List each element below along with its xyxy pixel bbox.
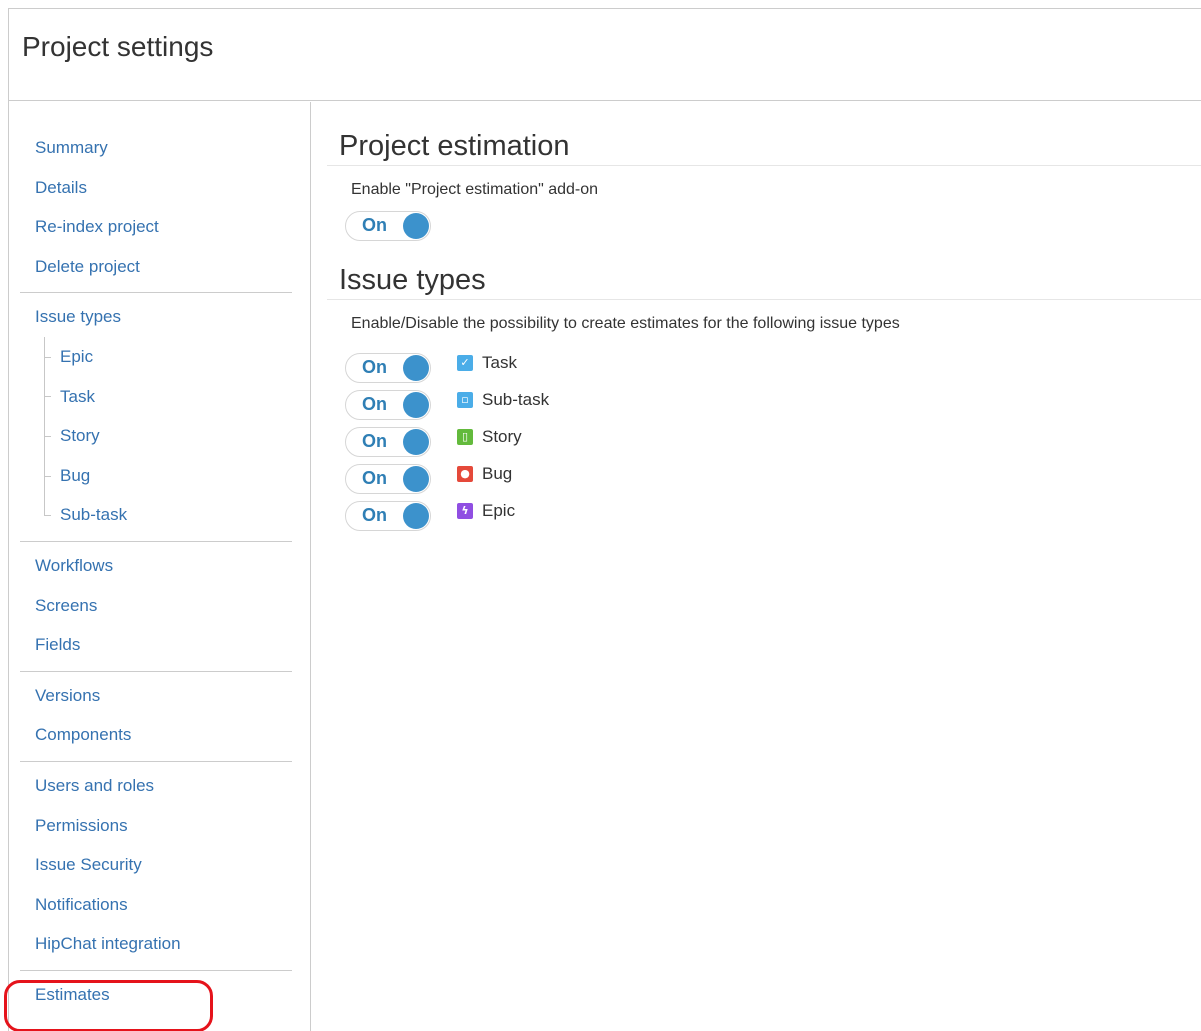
sidebar-item-issue-security[interactable]: Issue Security	[20, 845, 292, 885]
sidebar-item-label: Epic	[60, 346, 94, 366]
sidebar-item-details[interactable]: Details	[20, 168, 292, 208]
sidebar-item-fields[interactable]: Fields	[20, 625, 292, 665]
issue-type-row-task: On ✓ Task	[345, 347, 1201, 384]
page-title: Project settings	[22, 31, 214, 62]
settings-window: Project settings Summary Details Re-inde…	[8, 8, 1201, 1031]
toggle-knob	[403, 428, 429, 455]
sidebar-item-versions[interactable]: Versions	[20, 676, 292, 716]
toggle-knob	[403, 391, 429, 418]
issue-type-row-epic: On ϟ Epic	[345, 495, 1201, 532]
sidebar-item-notifications[interactable]: Notifications	[20, 885, 292, 925]
sidebar-item-workflows[interactable]: Workflows	[20, 546, 292, 586]
toggle-knob	[403, 354, 429, 381]
toggle-label: On	[362, 504, 387, 525]
issue-types-description: Enable/Disable the possibility to create…	[351, 315, 900, 332]
issue-type-label: Task	[482, 352, 517, 372]
tree-connector	[44, 336, 54, 377]
epic-icon: ϟ	[457, 502, 473, 519]
toggle-label: On	[362, 467, 387, 488]
issue-types-heading: Issue types	[327, 246, 1201, 300]
tree-connector	[44, 416, 54, 456]
sidebar-item-users-and-roles[interactable]: Users and roles	[20, 766, 292, 806]
sidebar-item-screens[interactable]: Screens	[20, 586, 292, 626]
sidebar-item-delete-project[interactable]: Delete project	[20, 247, 292, 287]
issue-type-row-sub-task: On ▫ Sub-task	[345, 384, 1201, 421]
sidebar-item-bug[interactable]: Bug	[20, 455, 292, 496]
task-toggle[interactable]: On	[345, 352, 431, 383]
issue-type-label: Story	[482, 426, 522, 446]
toggle-knob	[403, 465, 429, 492]
page-header: Project settings	[9, 9, 1201, 101]
sidebar: Summary Details Re-index project Delete …	[9, 102, 311, 1031]
toggle-label: On	[362, 215, 387, 235]
sidebar-item-story[interactable]: Story	[20, 416, 292, 456]
nav-group-project: Summary Details Re-index project Delete …	[20, 102, 292, 294]
tree-connector	[44, 495, 54, 535]
sidebar-item-re-index-project[interactable]: Re-index project	[20, 207, 292, 247]
sidebar-item-summary[interactable]: Summary	[20, 128, 292, 168]
tree-connector	[44, 376, 54, 417]
bug-icon: ●	[457, 465, 473, 482]
sidebar-item-estimates[interactable]: Estimates	[20, 975, 292, 1015]
subtask-icon: ▫	[457, 391, 473, 408]
main-content: Project estimation Enable "Project estim…	[327, 102, 1201, 532]
issue-type-list: On ✓ Task On ▫ Sub-task On ▯ Story On ● …	[327, 347, 1201, 532]
sidebar-item-label: Story	[60, 426, 100, 446]
issue-type-label: Epic	[482, 500, 516, 520]
task-icon: ✓	[457, 354, 473, 371]
nav-group-estimates: Estimates	[20, 971, 292, 1021]
story-toggle[interactable]: On	[345, 426, 431, 457]
sidebar-item-hipchat-integration[interactable]: HipChat integration	[20, 924, 292, 964]
toggle-label: On	[362, 356, 387, 377]
issue-type-label: Sub-task	[482, 389, 550, 409]
nav-group-issue-types: Issue types Epic Task Story Bug Sub-task	[20, 293, 292, 542]
toggle-knob	[403, 213, 429, 239]
issue-type-row-bug: On ● Bug	[345, 458, 1201, 495]
issue-type-label: Bug	[482, 463, 513, 483]
toggle-label: On	[362, 430, 387, 451]
bug-toggle[interactable]: On	[345, 463, 431, 494]
nav-group-versions: Versions Components	[20, 672, 292, 762]
sidebar-item-issue-types[interactable]: Issue types	[20, 297, 292, 337]
sidebar-item-sub-task[interactable]: Sub-task	[20, 495, 292, 535]
project-estimation-description: Enable "Project estimation" add-on	[351, 181, 599, 198]
project-estimation-toggle[interactable]: On	[345, 211, 431, 241]
toggle-knob	[403, 502, 429, 529]
sidebar-item-permissions[interactable]: Permissions	[20, 806, 292, 846]
sidebar-item-epic[interactable]: Epic	[20, 336, 292, 377]
story-icon: ▯	[457, 428, 473, 445]
sidebar-item-label: Sub-task	[60, 505, 128, 525]
nav-group-users: Users and roles Permissions Issue Securi…	[20, 762, 292, 971]
sidebar-item-label: Task	[60, 386, 95, 406]
sidebar-item-label: Bug	[60, 465, 91, 485]
sidebar-item-components[interactable]: Components	[20, 715, 292, 755]
epic-toggle[interactable]: On	[345, 500, 431, 531]
nav-group-workflows: Workflows Screens Fields	[20, 542, 292, 672]
issue-type-row-story: On ▯ Story	[345, 421, 1201, 458]
tree-connector	[44, 455, 54, 496]
sidebar-item-task[interactable]: Task	[20, 376, 292, 417]
sub-task-toggle[interactable]: On	[345, 389, 431, 420]
toggle-label: On	[362, 393, 387, 414]
project-estimation-heading: Project estimation	[327, 102, 1201, 166]
